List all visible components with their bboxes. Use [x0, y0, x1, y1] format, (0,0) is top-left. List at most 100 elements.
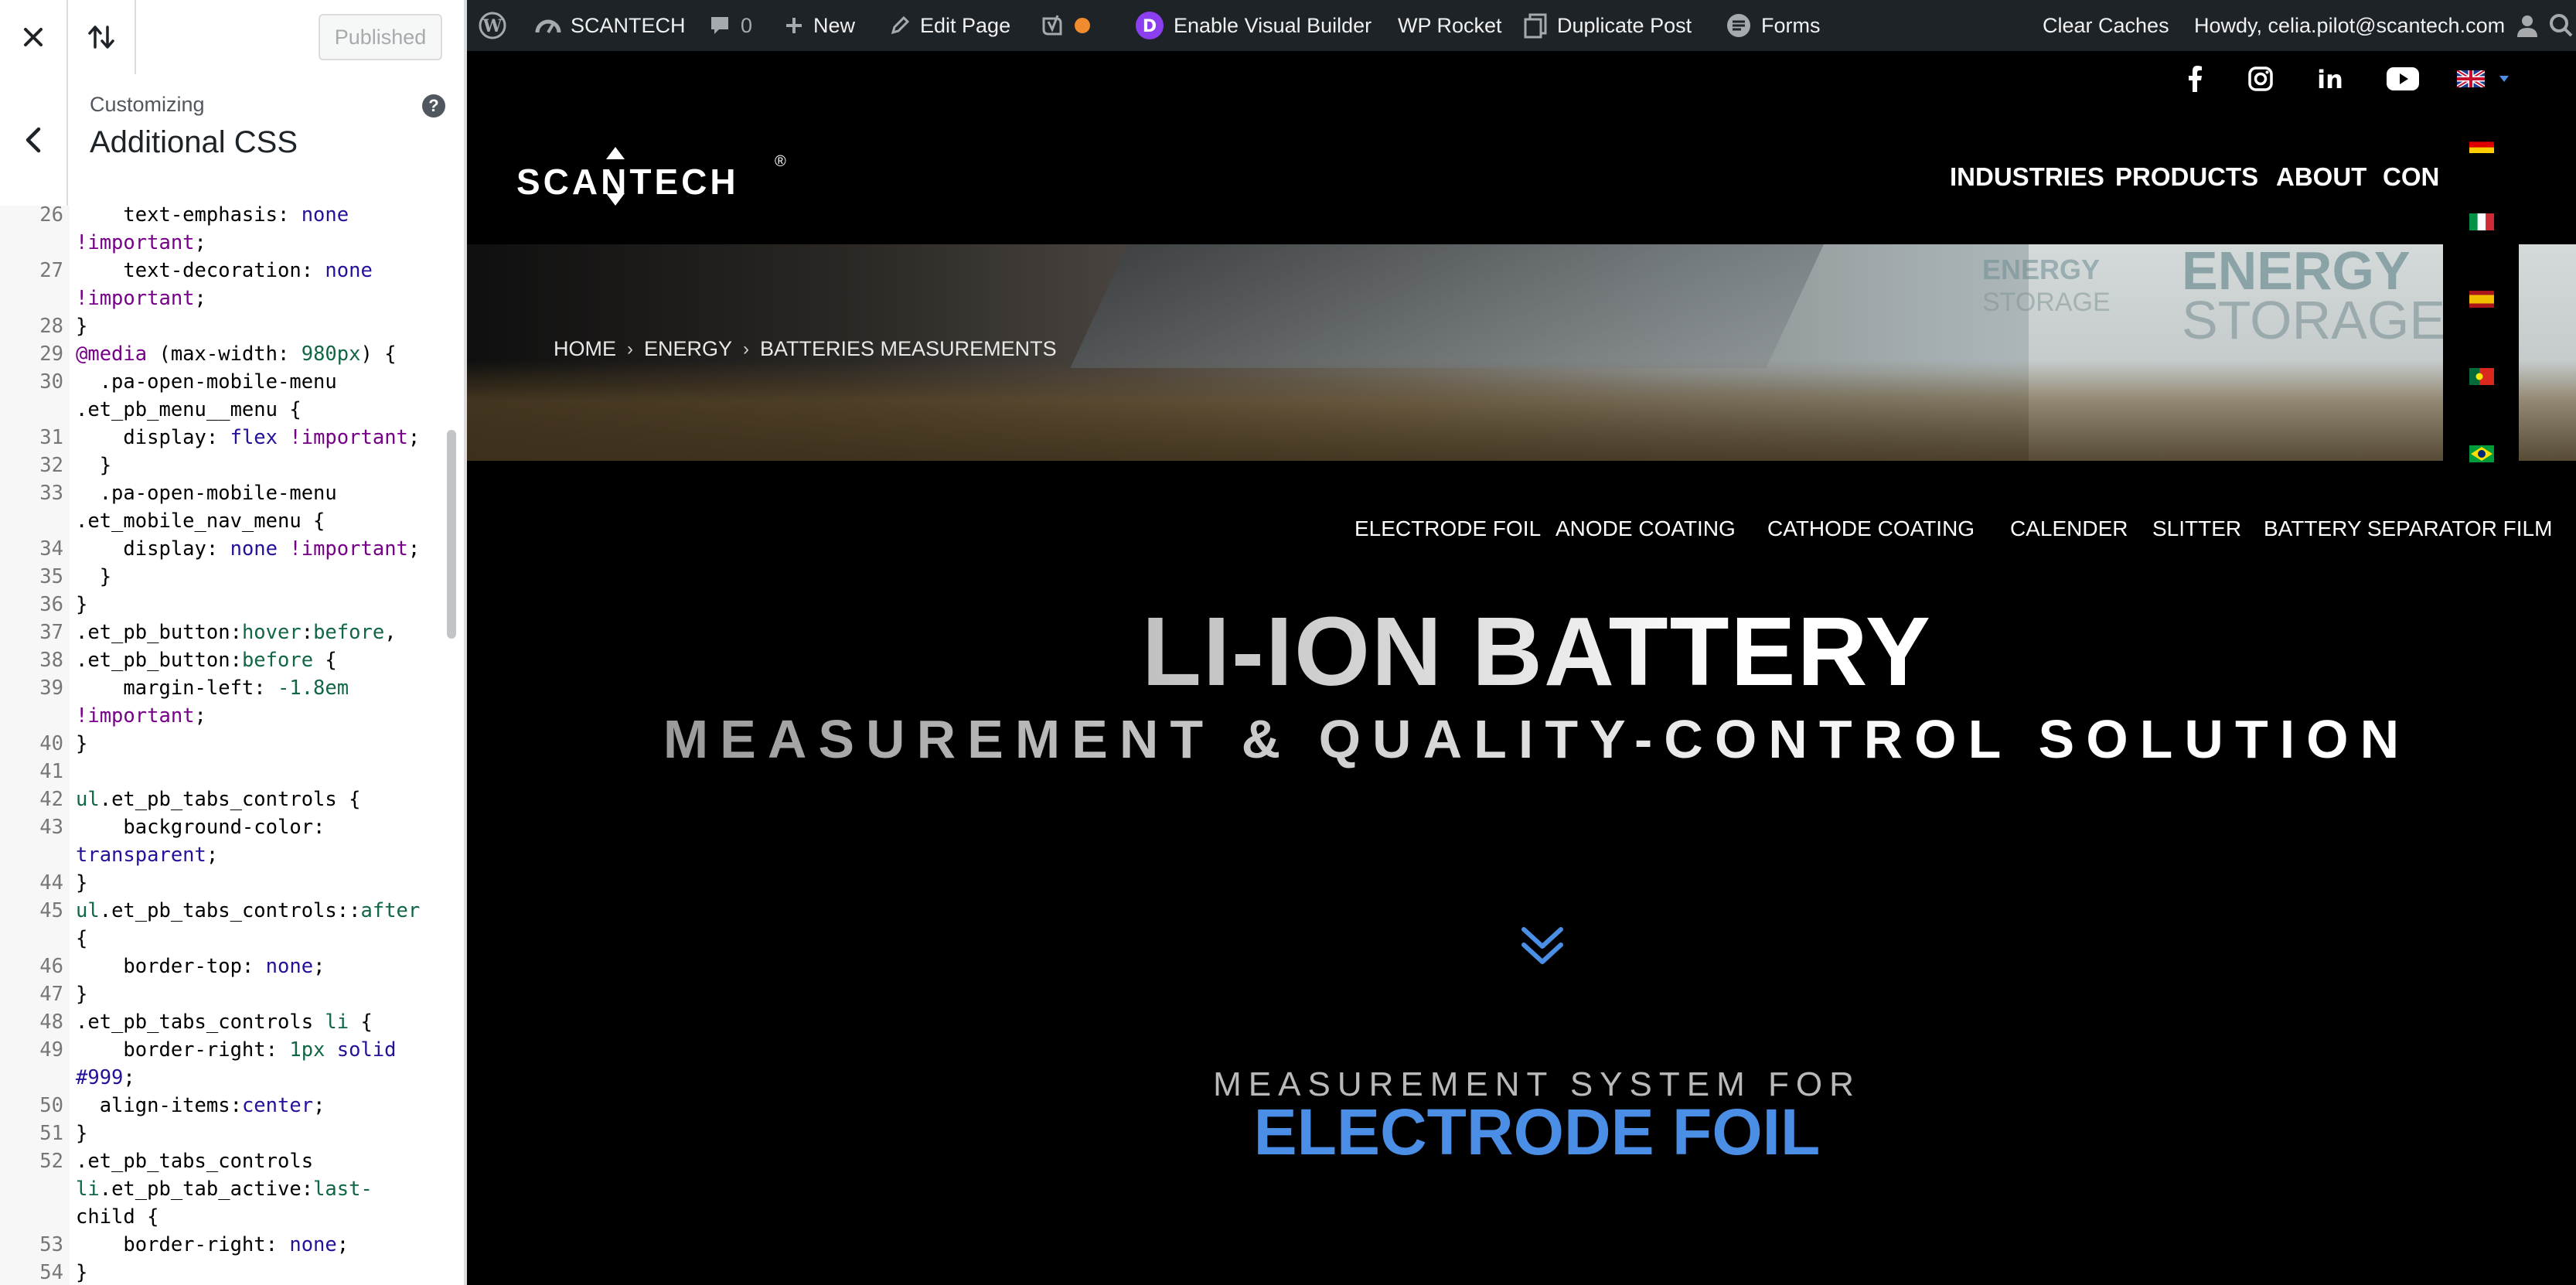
- code-line[interactable]: .et_pb_menu__menu {: [0, 396, 448, 424]
- subnav-cathode-coating[interactable]: CATHODE COATING: [1767, 516, 1975, 541]
- code-line[interactable]: 41: [0, 758, 448, 786]
- code-line[interactable]: 31 display: flex !important;: [0, 424, 448, 452]
- language-option-it[interactable]: [2469, 213, 2494, 230]
- editor-scrollbar[interactable]: [447, 430, 456, 639]
- registered-mark: ®: [775, 153, 786, 170]
- portugal-flag-icon: [2469, 368, 2494, 385]
- subnav-anode-coating[interactable]: ANODE COATING: [1555, 516, 1736, 541]
- language-option-de[interactable]: [2469, 136, 2494, 153]
- site-name-link[interactable]: SCANTECH: [535, 0, 686, 51]
- reorder-button[interactable]: [68, 0, 136, 74]
- code-line[interactable]: 34 display: none !important;: [0, 535, 448, 563]
- code-line[interactable]: child {: [0, 1203, 448, 1231]
- edit-page-link[interactable]: Edit Page: [889, 0, 1010, 51]
- code-line[interactable]: 28}: [0, 312, 448, 340]
- line-number: 27: [39, 259, 63, 282]
- code-line[interactable]: !important;: [0, 702, 448, 730]
- code-line[interactable]: 30 .pa-open-mobile-menu: [0, 368, 448, 396]
- nav-products[interactable]: PRODUCTS: [2115, 162, 2258, 192]
- visual-builder-label: Enable Visual Builder: [1174, 13, 1372, 37]
- code-line[interactable]: 50 align-items:center;: [0, 1092, 448, 1120]
- instagram-link[interactable]: [2245, 62, 2276, 96]
- back-button[interactable]: [0, 74, 68, 206]
- code-text: .et_pb_tabs_controls li {: [76, 1011, 373, 1034]
- yoast-seo-button[interactable]: [1041, 0, 1101, 51]
- help-icon[interactable]: ?: [422, 94, 445, 118]
- duplicate-post-link[interactable]: Duplicate Post: [1523, 0, 1692, 51]
- language-option-br[interactable]: [2469, 445, 2494, 462]
- code-line[interactable]: 52 .et_pb_tabs_controls: [0, 1147, 448, 1175]
- code-line[interactable]: 46 border-top: none;: [0, 953, 448, 980]
- code-line[interactable]: li.et_pb_tab_active:last-: [0, 1175, 448, 1203]
- code-line[interactable]: !important;: [0, 285, 448, 312]
- code-line[interactable]: 35 }: [0, 563, 448, 591]
- clear-caches-link[interactable]: Clear Caches: [2043, 0, 2169, 51]
- nav-about[interactable]: ABOUT: [2276, 162, 2366, 192]
- code-line[interactable]: 45 ul.et_pb_tabs_controls::after: [0, 897, 448, 925]
- language-option-es[interactable]: [2469, 291, 2494, 308]
- code-line[interactable]: 53 border-right: none;: [0, 1231, 448, 1259]
- scroll-down-button[interactable]: [1520, 925, 1565, 972]
- code-text: text-decoration: none: [76, 259, 373, 282]
- code-line[interactable]: 32 }: [0, 452, 448, 479]
- line-number: 39: [39, 677, 63, 700]
- css-code-editor[interactable]: 26 text-emphasis: none !important; 27 text…: [0, 206, 464, 1285]
- language-option-pt[interactable]: [2469, 368, 2494, 385]
- code-line[interactable]: 39 margin-left: -1.8em: [0, 674, 448, 702]
- nav-industries[interactable]: INDUSTRIES: [1950, 162, 2104, 192]
- line-number: 33: [39, 482, 63, 505]
- customizer-panel: Published Customizing Additional CSS ? 2…: [0, 0, 467, 1285]
- code-line[interactable]: .et_mobile_nav_menu {: [0, 507, 448, 535]
- new-content-link[interactable]: New: [784, 0, 855, 51]
- site-logo[interactable]: SCANTECH ®: [513, 145, 792, 207]
- enable-visual-builder-link[interactable]: D Enable Visual Builder: [1135, 0, 1371, 51]
- code-line[interactable]: 27 text-decoration: none: [0, 257, 448, 285]
- code-line[interactable]: 54}: [0, 1259, 448, 1285]
- subnav-slitter[interactable]: SLITTER: [2152, 516, 2241, 541]
- forms-link[interactable]: Forms: [1726, 0, 1821, 51]
- close-customizer-button[interactable]: [0, 0, 68, 74]
- code-line[interactable]: 37 .et_pb_button:hover:before,: [0, 619, 448, 646]
- section-title: ELECTRODE FOIL: [1253, 1096, 1821, 1168]
- breadcrumb-home[interactable]: HOME: [554, 337, 616, 361]
- code-text: .et_pb_button:before {: [76, 649, 337, 672]
- wp-rocket-link[interactable]: WP Rocket: [1398, 0, 1502, 51]
- duplicate-icon: [1524, 13, 1547, 39]
- forms-label: Forms: [1761, 13, 1821, 37]
- code-line[interactable]: 48 .et_pb_tabs_controls li {: [0, 1008, 448, 1036]
- search-button[interactable]: [2548, 0, 2576, 51]
- code-line[interactable]: 29 @media (max-width: 980px) {: [0, 340, 448, 368]
- code-line[interactable]: 43 background-color:: [0, 813, 448, 841]
- svg-text:W: W: [482, 16, 503, 36]
- account-menu[interactable]: Howdy, celia.pilot@scantech.com: [2194, 0, 2550, 51]
- wordpress-logo-button[interactable]: W: [478, 0, 516, 51]
- code-line[interactable]: 40}: [0, 730, 448, 758]
- breadcrumb-energy[interactable]: ENERGY: [644, 337, 732, 361]
- publish-button[interactable]: Published: [319, 14, 442, 60]
- linkedin-link[interactable]: in: [2315, 62, 2346, 96]
- code-line[interactable]: 36}: [0, 591, 448, 619]
- code-text: display: none !important;: [76, 537, 421, 561]
- code-line[interactable]: 33 .pa-open-mobile-menu: [0, 479, 448, 507]
- facebook-link[interactable]: [2183, 62, 2206, 96]
- code-line[interactable]: 49 border-right: 1px solid: [0, 1036, 448, 1064]
- code-line[interactable]: 38 .et_pb_button:before {: [0, 646, 448, 674]
- code-line[interactable]: 44}: [0, 869, 448, 897]
- code-line[interactable]: 26 text-emphasis: none: [0, 206, 448, 229]
- code-line[interactable]: transparent;: [0, 841, 448, 869]
- code-line[interactable]: 47}: [0, 980, 448, 1008]
- code-line[interactable]: #999;: [0, 1064, 448, 1092]
- subnav-calender[interactable]: CALENDER: [2010, 516, 2128, 541]
- code-line[interactable]: !important;: [0, 229, 448, 257]
- comments-link[interactable]: 0: [708, 0, 752, 51]
- code-line[interactable]: {: [0, 925, 448, 953]
- code-line[interactable]: 42 ul.et_pb_tabs_controls {: [0, 786, 448, 813]
- subnav-battery-separator-film[interactable]: BATTERY SEPARATOR FILM: [2264, 516, 2552, 541]
- code-line[interactable]: 51}: [0, 1120, 448, 1147]
- code-lines[interactable]: 26 text-emphasis: none !important; 27 text…: [0, 206, 448, 1285]
- language-switcher[interactable]: [2455, 62, 2511, 96]
- subnav-electrode-foil[interactable]: ELECTRODE FOIL: [1354, 516, 1541, 541]
- code-text: border-right: none;: [76, 1233, 349, 1256]
- nav-contact[interactable]: CON: [2383, 162, 2439, 192]
- youtube-link[interactable]: [2386, 62, 2420, 96]
